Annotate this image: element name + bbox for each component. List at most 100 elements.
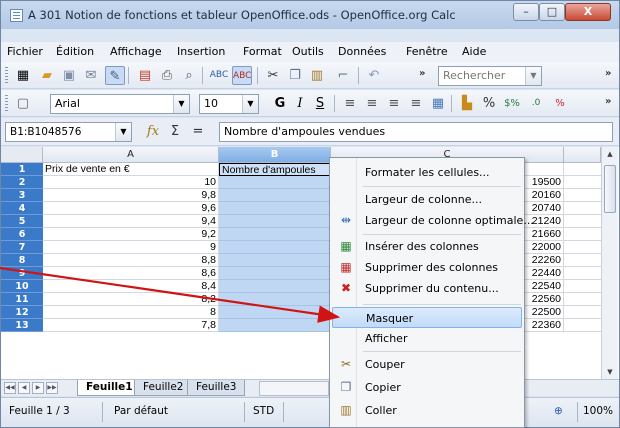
zoom-level[interactable]: 100% [583,405,613,417]
italic-button[interactable]: I [290,94,310,113]
autospellcheck-icon[interactable]: ABC [232,66,252,85]
cell-a[interactable]: 9,8 [43,189,219,202]
row-header[interactable]: 13 [1,319,43,332]
search-field[interactable]: Rechercher ▼ [438,66,542,86]
name-box[interactable]: B1:B1048576 ▼ [5,122,132,142]
selection-mode[interactable]: STD [253,405,274,417]
cell-d[interactable] [564,293,601,306]
merge-cells-icon[interactable]: ▦ [428,94,448,113]
chevron-down-icon[interactable]: ▼ [242,95,258,113]
cell-d[interactable] [564,228,601,241]
next-sheet-icon[interactable]: ▶ [32,382,44,394]
sheet-tab-feuille2[interactable]: Feuille2 [134,380,193,396]
cell-d[interactable] [564,163,601,176]
align-left-icon[interactable]: ≡ [340,94,360,113]
scroll-up-icon[interactable]: ▲ [602,147,618,161]
cell-a[interactable]: 9 [43,241,219,254]
row-header[interactable]: 12 [1,306,43,319]
cell-b[interactable] [219,280,331,293]
paste-icon[interactable]: ▥ [307,66,327,85]
toolbar-overflow-icon[interactable]: » [605,96,611,107]
open-folder-icon[interactable]: ▰ [37,66,57,85]
row-header[interactable]: 6 [1,228,43,241]
row-header[interactable]: 11 [1,293,43,306]
chevron-down-icon[interactable]: ▼ [173,95,189,113]
cell-a[interactable]: 9,2 [43,228,219,241]
column-header-a[interactable]: A [43,147,219,163]
cell-d[interactable] [564,267,601,280]
sheet-tab-feuille3[interactable]: Feuille3 [187,380,246,396]
toolbar-grip[interactable] [5,95,8,112]
function-icon[interactable]: = [188,122,208,141]
cell-b[interactable] [219,202,331,215]
spellcheck-icon[interactable]: ABC [209,66,229,85]
undo-icon[interactable]: ↶ [364,66,384,85]
cell-d[interactable] [564,176,601,189]
first-sheet-icon[interactable]: ◀◀ [4,382,16,394]
close-button[interactable]: X [565,3,611,21]
menu-outils[interactable]: Outils [292,45,324,58]
cell-b[interactable] [219,176,331,189]
new-document-icon[interactable]: ▦ [13,66,33,85]
clone-formatting-icon[interactable]: ⌐ [333,66,353,85]
delete-decimal-icon[interactable]: % [550,94,570,113]
cell-d[interactable] [564,280,601,293]
sum-icon[interactable]: Σ [165,122,185,141]
minimize-button[interactable]: – [513,3,539,21]
column-header-d[interactable] [564,147,601,163]
chevron-down-icon[interactable]: ▼ [525,67,541,85]
cell-b[interactable] [219,293,331,306]
sheet-tab-feuille1[interactable]: Feuille1 [77,380,142,396]
cell-a[interactable]: 8,8 [43,254,219,267]
cell-a[interactable]: 9,6 [43,202,219,215]
vertical-scrollbar[interactable]: ▲ ▼ [601,147,618,379]
row-header[interactable]: 2 [1,176,43,189]
align-center-icon[interactable]: ≡ [362,94,382,113]
cell-a[interactable]: 8,4 [43,280,219,293]
row-header[interactable]: 1 [1,163,43,176]
menu-item-cut[interactable]: ✂ Couper [332,354,522,375]
menu-item-hide[interactable]: Masquer [332,307,522,328]
cell-d[interactable] [564,254,601,267]
cell-a[interactable]: Prix de vente en € [43,163,219,176]
bold-button[interactable]: G [270,94,290,113]
cell-b[interactable] [219,254,331,267]
row-header[interactable]: 9 [1,267,43,280]
edit-file-icon[interactable]: ✎ [105,66,125,85]
cell-b[interactable] [219,241,331,254]
cell-d[interactable] [564,241,601,254]
cell-b[interactable] [219,306,331,319]
menu-item-insert-columns[interactable]: ▦ Insérer des colonnes [332,236,522,257]
toolbar-grip[interactable] [5,67,8,84]
function-wizard-icon[interactable]: fx [143,122,163,141]
copy-icon[interactable]: ❐ [285,66,305,85]
cell-b[interactable]: Nombre d'ampoules [219,163,331,176]
menu-item-copy[interactable]: ❐ Copier [332,377,522,398]
row-header[interactable]: 7 [1,241,43,254]
styles-icon[interactable]: ▢ [13,94,33,113]
print-icon[interactable]: ⎙ [157,66,177,85]
horizontal-scrollbar[interactable] [259,381,329,396]
menu-format[interactable]: Format [243,45,282,58]
font-name-box[interactable]: Arial ▼ [50,94,190,114]
add-decimal-icon[interactable]: .0 [526,94,546,113]
menu-item-show[interactable]: Afficher [332,328,522,349]
percent-format-icon[interactable]: % [479,94,499,113]
menu-item-delete-columns[interactable]: ▦ Supprimer des colonnes [332,257,522,278]
menu-fichier[interactable]: Fichier [7,45,43,58]
scroll-down-icon[interactable]: ▼ [602,365,618,379]
align-right-icon[interactable]: ≡ [384,94,404,113]
cell-a[interactable]: 8,2 [43,293,219,306]
menu-item-delete-contents[interactable]: ✖ Supprimer du contenu... [332,278,522,299]
toolbar-more-icon[interactable]: » [419,68,425,79]
print-preview-icon[interactable]: ⌕ [179,66,199,85]
menu-fenetre[interactable]: Fenêtre [406,45,448,58]
cell-b[interactable] [219,215,331,228]
export-pdf-icon[interactable]: ▤ [135,66,155,85]
menu-donnees[interactable]: Données [338,45,386,58]
cell-b[interactable] [219,228,331,241]
zoom-in-icon[interactable]: ⊕ [554,405,563,417]
underline-button[interactable]: S [310,94,330,113]
scroll-thumb[interactable] [604,165,616,213]
email-icon[interactable]: ✉ [81,66,101,85]
